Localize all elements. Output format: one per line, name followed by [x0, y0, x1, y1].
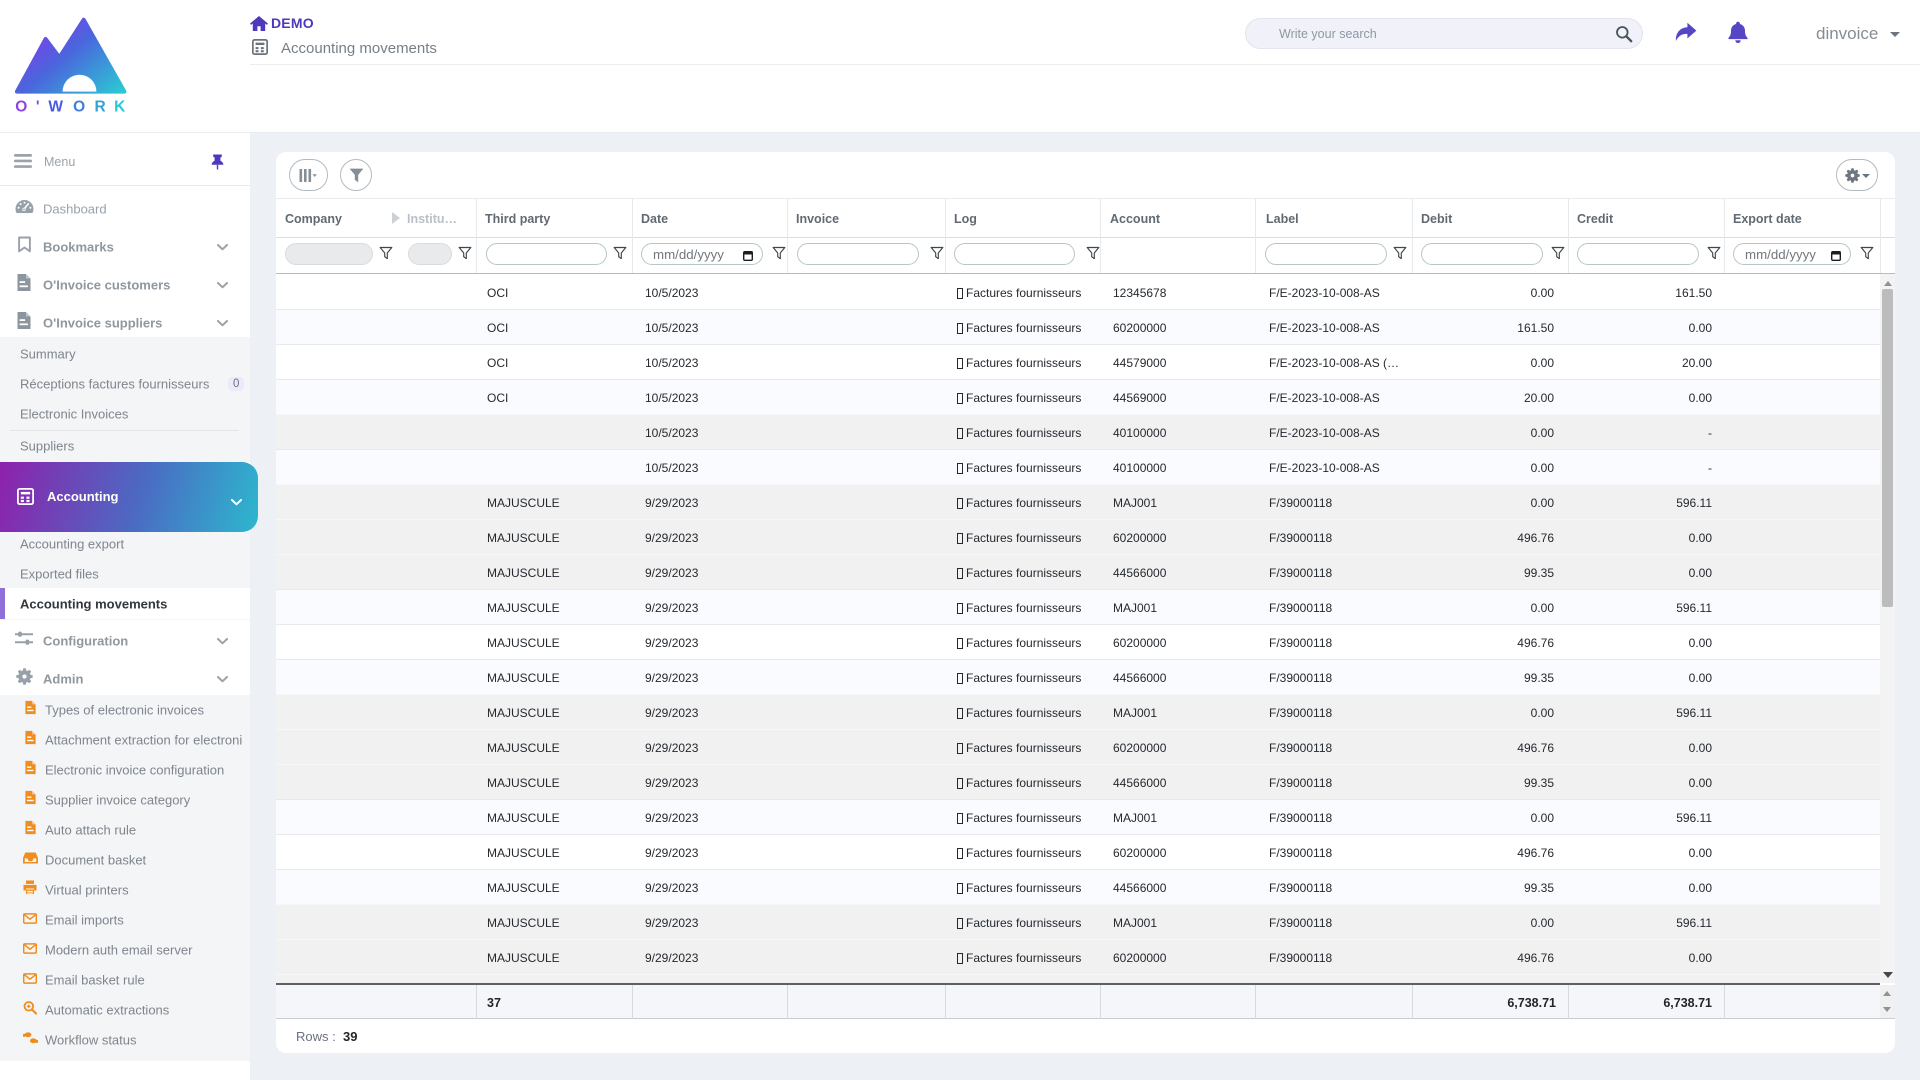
svg-text:O'WORK: O ' W O R K [15, 99, 126, 116]
